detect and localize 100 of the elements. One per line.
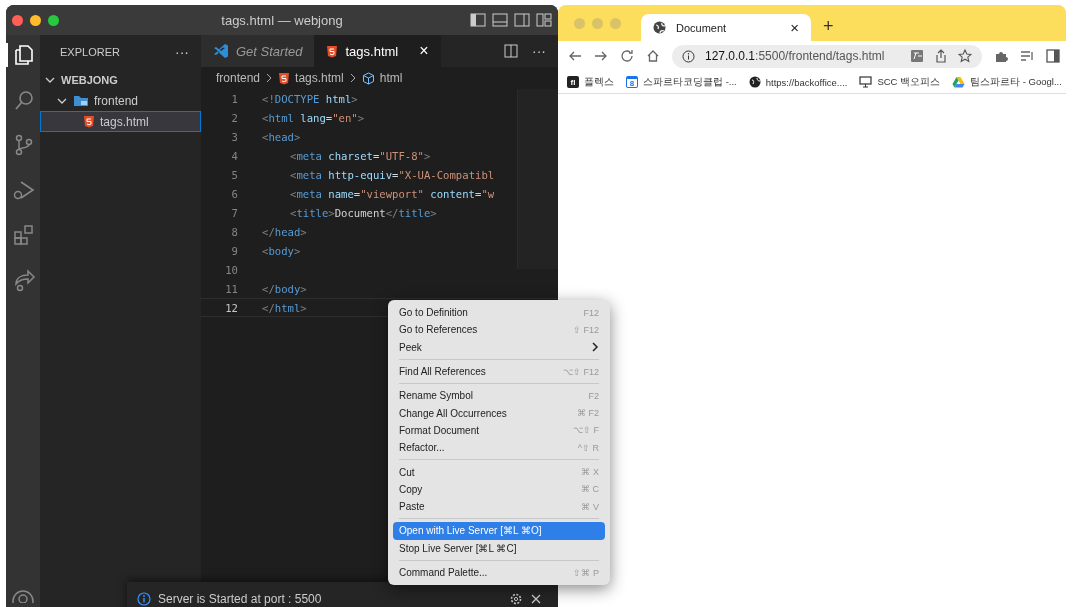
back-icon[interactable] — [568, 49, 582, 63]
translate-icon[interactable] — [910, 49, 924, 63]
file-item[interactable]: tags.html — [40, 111, 201, 132]
code-line: <title>Document</title> — [290, 206, 437, 219]
code-line: <head> — [262, 130, 301, 143]
forward-icon[interactable] — [594, 49, 608, 63]
minimize-dot-icon[interactable] — [592, 17, 603, 29]
bookmark[interactable]: fl 플렉스 — [567, 75, 614, 89]
account-icon[interactable] — [11, 589, 35, 603]
menu-item[interactable]: Cut ⌘ X — [393, 463, 605, 481]
more-actions-button[interactable]: ··· — [532, 43, 546, 59]
folder-label[interactable]: frontend — [94, 93, 139, 108]
line-number: 5 — [230, 168, 238, 181]
code-line: <body> — [262, 244, 301, 257]
editor-tab[interactable]: tags.html × — [314, 35, 441, 67]
address-bar[interactable]: 127.0.0.1:5500/frontend/tags.html — [672, 44, 982, 68]
browser-tab[interactable]: Document × — [641, 14, 811, 41]
folder-icon — [73, 94, 89, 107]
sidebar-toggle-icon[interactable] — [470, 13, 486, 27]
menu-item[interactable]: Change All Occurrences ⌘ F2 — [393, 404, 605, 422]
breadcrumb-item[interactable]: html — [379, 71, 403, 85]
menu-item[interactable]: Go to References ⇧ F12 — [393, 321, 605, 339]
line-number: 9 — [230, 244, 238, 257]
code-line: </head> — [262, 225, 307, 238]
code-line: </html> — [262, 301, 307, 314]
html-file-icon — [326, 44, 339, 58]
menu-item[interactable]: Find All References ⌥⇧ F12 — [393, 362, 605, 381]
line-number: 4 — [230, 149, 238, 162]
new-tab-button[interactable]: + — [811, 16, 846, 41]
layout-grid-icon[interactable] — [536, 13, 552, 27]
panel-toggle-icon[interactable] — [492, 13, 508, 27]
run-debug-icon[interactable] — [12, 178, 36, 202]
code-line: <meta charset="UTF-8"> — [290, 149, 431, 162]
live-share-icon[interactable] — [12, 268, 36, 292]
share-icon[interactable] — [934, 49, 948, 63]
menu-item[interactable]: Go to Definition F12 — [393, 304, 605, 322]
side-panel-icon[interactable] — [1046, 49, 1060, 63]
line-number: 8 — [230, 225, 238, 238]
line-number: 6 — [230, 187, 238, 200]
menu-item[interactable]: Open with Live Server [⌘L ⌘O] — [393, 522, 605, 540]
close-dot-icon[interactable] — [12, 14, 23, 26]
close-tab-button[interactable]: × — [790, 19, 799, 36]
menu-item[interactable]: Copy ⌘ C — [393, 480, 605, 498]
line-number: 7 — [230, 206, 238, 219]
line-number: 2 — [230, 111, 238, 124]
html-file-icon — [83, 115, 95, 128]
window-title: tags.html — webjong — [221, 12, 343, 28]
menu-item[interactable]: Refactor... ^⇧ R — [393, 439, 605, 457]
cube-icon — [361, 71, 375, 85]
home-icon[interactable] — [646, 49, 660, 63]
zoom-dot-icon[interactable] — [48, 14, 59, 26]
puzzle-icon[interactable] — [994, 49, 1008, 63]
files-icon[interactable] — [12, 43, 36, 67]
breadcrumb-item[interactable]: frontend — [216, 71, 261, 85]
editor-tab[interactable]: Get Started — [201, 35, 315, 67]
line-number: 1 — [230, 92, 238, 105]
calendar-icon: 8 — [626, 76, 638, 88]
bookmark[interactable]: 팀스파르타 - Googl... — [952, 75, 1062, 89]
bookmark[interactable]: 8 스파르타코딩클럽 -... — [626, 75, 737, 89]
html-file-icon — [278, 71, 291, 85]
settings-icon[interactable] — [509, 591, 523, 606]
chevron-icon — [348, 73, 357, 83]
more-actions-button[interactable]: ··· — [175, 44, 189, 60]
bookmark[interactable]: https://backoffice.... — [748, 76, 848, 88]
line-number: 10 — [224, 263, 238, 276]
star-icon[interactable] — [958, 49, 972, 63]
close-icon[interactable] — [530, 592, 542, 605]
extensions-icon[interactable] — [12, 223, 36, 247]
breadcrumb-item[interactable]: tags.html — [295, 71, 344, 85]
info-icon — [682, 49, 695, 63]
vscode-logo-icon — [213, 43, 229, 59]
close-dot-icon[interactable] — [574, 17, 585, 29]
workspace-label[interactable]: WEBJONG — [61, 73, 118, 86]
globe-icon — [653, 21, 666, 34]
menu-item[interactable]: Stop Live Server [⌘L ⌘C] — [393, 539, 605, 557]
split-layout-icon[interactable] — [514, 13, 530, 27]
search-icon[interactable] — [12, 88, 36, 112]
split-editor-icon[interactable] — [504, 44, 518, 58]
close-tab-button[interactable]: × — [419, 42, 429, 60]
minimize-dot-icon[interactable] — [30, 14, 41, 26]
menu-item[interactable]: Command Palette... ⇧⌘ P — [393, 563, 605, 582]
code-line: <meta name="viewport" content="w — [290, 187, 495, 200]
bookmark[interactable]: SCC 백오피스 — [859, 75, 941, 89]
zoom-dot-icon[interactable] — [610, 17, 621, 29]
notification-message: Server is Started at port : 5500 — [158, 591, 322, 606]
chevron-icon — [265, 73, 274, 83]
info-icon — [137, 591, 151, 606]
code-line: <!DOCTYPE html> — [262, 92, 358, 105]
code-line: </body> — [262, 282, 307, 295]
explorer-title: EXPLORER — [60, 46, 120, 58]
menu-item[interactable]: Format Document ⌥⇧ F — [393, 421, 605, 440]
reading-list-icon[interactable] — [1020, 49, 1034, 63]
monitor-icon — [859, 76, 873, 88]
line-number: 11 — [224, 282, 238, 295]
reload-icon[interactable] — [620, 49, 634, 63]
menu-item[interactable]: Paste ⌘ V — [393, 497, 605, 516]
menu-item[interactable]: Peek — [393, 338, 605, 356]
submenu-chevron-icon — [591, 342, 599, 353]
menu-item[interactable]: Rename Symbol F2 — [393, 387, 605, 405]
drive-icon — [952, 76, 966, 88]
